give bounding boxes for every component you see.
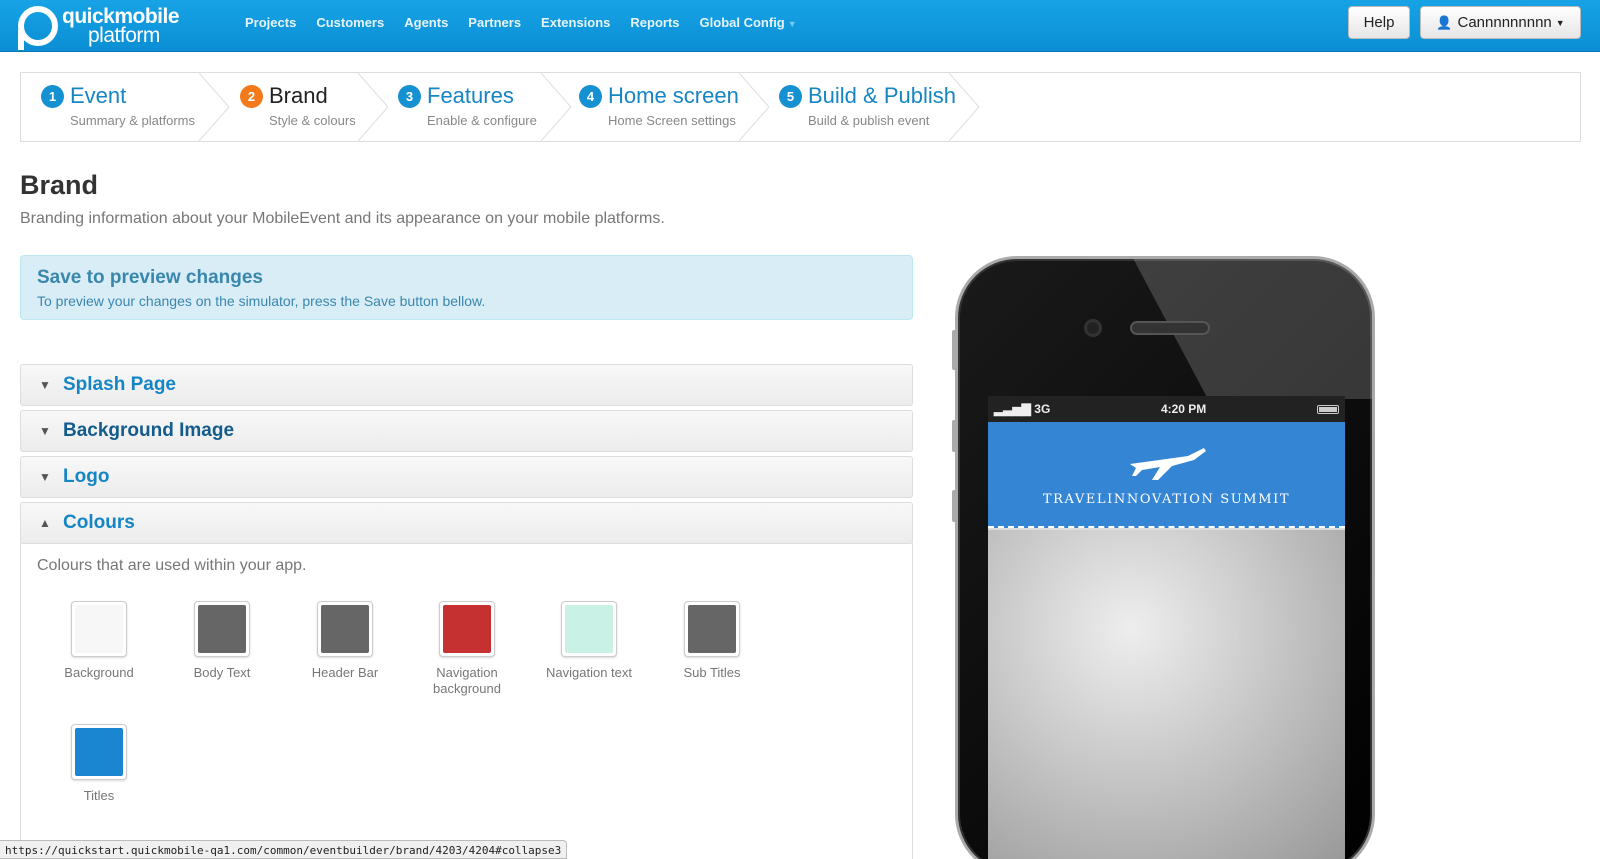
step-title: Event: [70, 83, 127, 108]
page-title: Brand: [20, 170, 99, 200]
phone-time: 4:20 PM: [1160, 402, 1207, 416]
swatch-navigation-background[interactable]: Navigation background: [412, 601, 522, 697]
colours-description: Colours that are used within your app.: [37, 557, 307, 574]
airplane-icon: [1130, 448, 1206, 480]
colour-picker[interactable]: [684, 601, 740, 657]
step-subtitle: Enable & configure: [427, 113, 537, 128]
swatch-titles[interactable]: Titles: [44, 724, 154, 804]
step-subtitle: Summary & platforms: [70, 113, 195, 128]
swatch-header-bar[interactable]: Header Bar: [290, 601, 400, 681]
user-icon: 👤: [1436, 14, 1453, 30]
colour-picker[interactable]: [439, 601, 495, 657]
swatch-label: Navigation text: [546, 665, 632, 680]
nav-agents[interactable]: Agents: [404, 15, 448, 30]
step-number: 4: [579, 85, 602, 108]
nav-global-config-label: Global Config: [699, 14, 785, 30]
colour-picker[interactable]: [194, 601, 250, 657]
nav-partners[interactable]: Partners: [468, 15, 521, 30]
colour-picker[interactable]: [71, 724, 127, 780]
main-nav: Projects Customers Agents Partners Exten…: [236, 0, 808, 44]
step-divider: [199, 73, 229, 141]
accordion-label: Logo: [63, 466, 110, 487]
nav-reports[interactable]: Reports: [630, 15, 679, 30]
logo-line-2: platform: [88, 24, 160, 47]
user-menu-button[interactable]: 👤 Cannnnnnnnn ▼: [1420, 6, 1581, 39]
swatch-label: Background: [64, 665, 134, 680]
quickmobile-logo[interactable]: quickmobile platform: [18, 4, 180, 50]
alert-title: Save to preview changes: [37, 267, 263, 288]
swatch-sub-titles[interactable]: Sub Titles: [657, 601, 767, 681]
accordion-logo[interactable]: ▼ Logo: [20, 456, 913, 498]
nav-extensions[interactable]: Extensions: [541, 15, 610, 30]
step-title: Build & Publish: [808, 83, 956, 108]
accordion-background-image[interactable]: ▼ Background Image: [20, 410, 913, 452]
step-number: 1: [41, 85, 64, 108]
step-number: 5: [779, 85, 802, 108]
step-title: Brand: [269, 83, 328, 108]
accordion-colours[interactable]: ▲ Colours: [20, 502, 913, 544]
chevron-down-icon: ▼: [39, 470, 51, 484]
swatch-background[interactable]: Background: [44, 601, 154, 681]
app-header: TRAVELINNOVATION SUMMIT: [988, 422, 1345, 528]
swatch-label: Sub Titles: [683, 665, 741, 680]
user-name: Cannnnnnnnn: [1457, 14, 1552, 31]
step-title: Features: [427, 83, 514, 108]
battery-icon: [1316, 404, 1339, 414]
top-navbar: quickmobile platform Projects Customers …: [0, 0, 1600, 52]
nav-global-config[interactable]: Global Config ▼: [700, 15, 797, 30]
simulator-screen: ▂▃▅▇ 3G 4:20 PM TRAVELINNOVATION SUMMIT: [988, 396, 1345, 859]
swatch-navigation-text[interactable]: Navigation text: [534, 601, 644, 681]
chevron-down-icon: ▼: [787, 18, 797, 29]
swatch-label: Navigation background: [433, 665, 501, 696]
step-number: 3: [398, 85, 421, 108]
step-divider: [739, 73, 769, 141]
chevron-down-icon: ▼: [39, 378, 51, 392]
logo-icon: [18, 6, 58, 50]
accordion-label: Splash Page: [63, 374, 176, 395]
swatch-body-text[interactable]: Body Text: [167, 601, 277, 681]
alert-body: To preview your changes on the simulator…: [37, 293, 486, 309]
wizard-steps: 1 Event Summary & platforms 2 Brand Styl…: [20, 72, 1581, 142]
chevron-down-icon: ▼: [1555, 17, 1565, 28]
colour-picker[interactable]: [317, 601, 373, 657]
phone-status-bar: ▂▃▅▇ 3G 4:20 PM: [988, 396, 1345, 422]
phone-speaker: [1130, 321, 1210, 335]
swatch-label: Titles: [83, 788, 115, 803]
colours-panel: [20, 543, 913, 859]
chevron-up-icon: ▲: [39, 516, 51, 530]
browser-status-url: https://quickstart.quickmobile-qa1.com/c…: [0, 840, 568, 859]
signal-icon: ▂▃▅▇: [994, 402, 1031, 416]
page-description: Branding information about your MobileEv…: [20, 210, 665, 227]
accordion-label: Background Image: [63, 420, 235, 441]
step-divider: [949, 73, 979, 141]
swatch-label: Header Bar: [311, 665, 379, 680]
step-divider: [541, 73, 571, 141]
colour-picker[interactable]: [561, 601, 617, 657]
nav-projects[interactable]: Projects: [245, 15, 296, 30]
step-number: 2: [240, 85, 263, 108]
nav-customers[interactable]: Customers: [316, 15, 384, 30]
step-divider: [358, 73, 388, 141]
step-subtitle: Build & publish event: [808, 113, 930, 128]
swatch-label: Body Text: [193, 665, 251, 680]
preview-alert: Save to preview changes To preview your …: [20, 255, 913, 320]
carrier: 3G: [1034, 402, 1051, 416]
help-button[interactable]: Help: [1348, 6, 1410, 39]
step-subtitle: Home Screen settings: [608, 113, 736, 128]
chevron-down-icon: ▼: [39, 424, 51, 438]
step-title: Home screen: [608, 83, 739, 108]
accordion-label: Colours: [63, 512, 135, 533]
phone-camera: [1084, 319, 1102, 337]
app-name: TRAVELINNOVATION SUMMIT: [1042, 492, 1291, 507]
step-subtitle: Style & colours: [269, 113, 356, 128]
app-background-image: [988, 530, 1345, 859]
accordion-splash-page[interactable]: ▼ Splash Page: [20, 364, 913, 406]
colour-picker[interactable]: [71, 601, 127, 657]
